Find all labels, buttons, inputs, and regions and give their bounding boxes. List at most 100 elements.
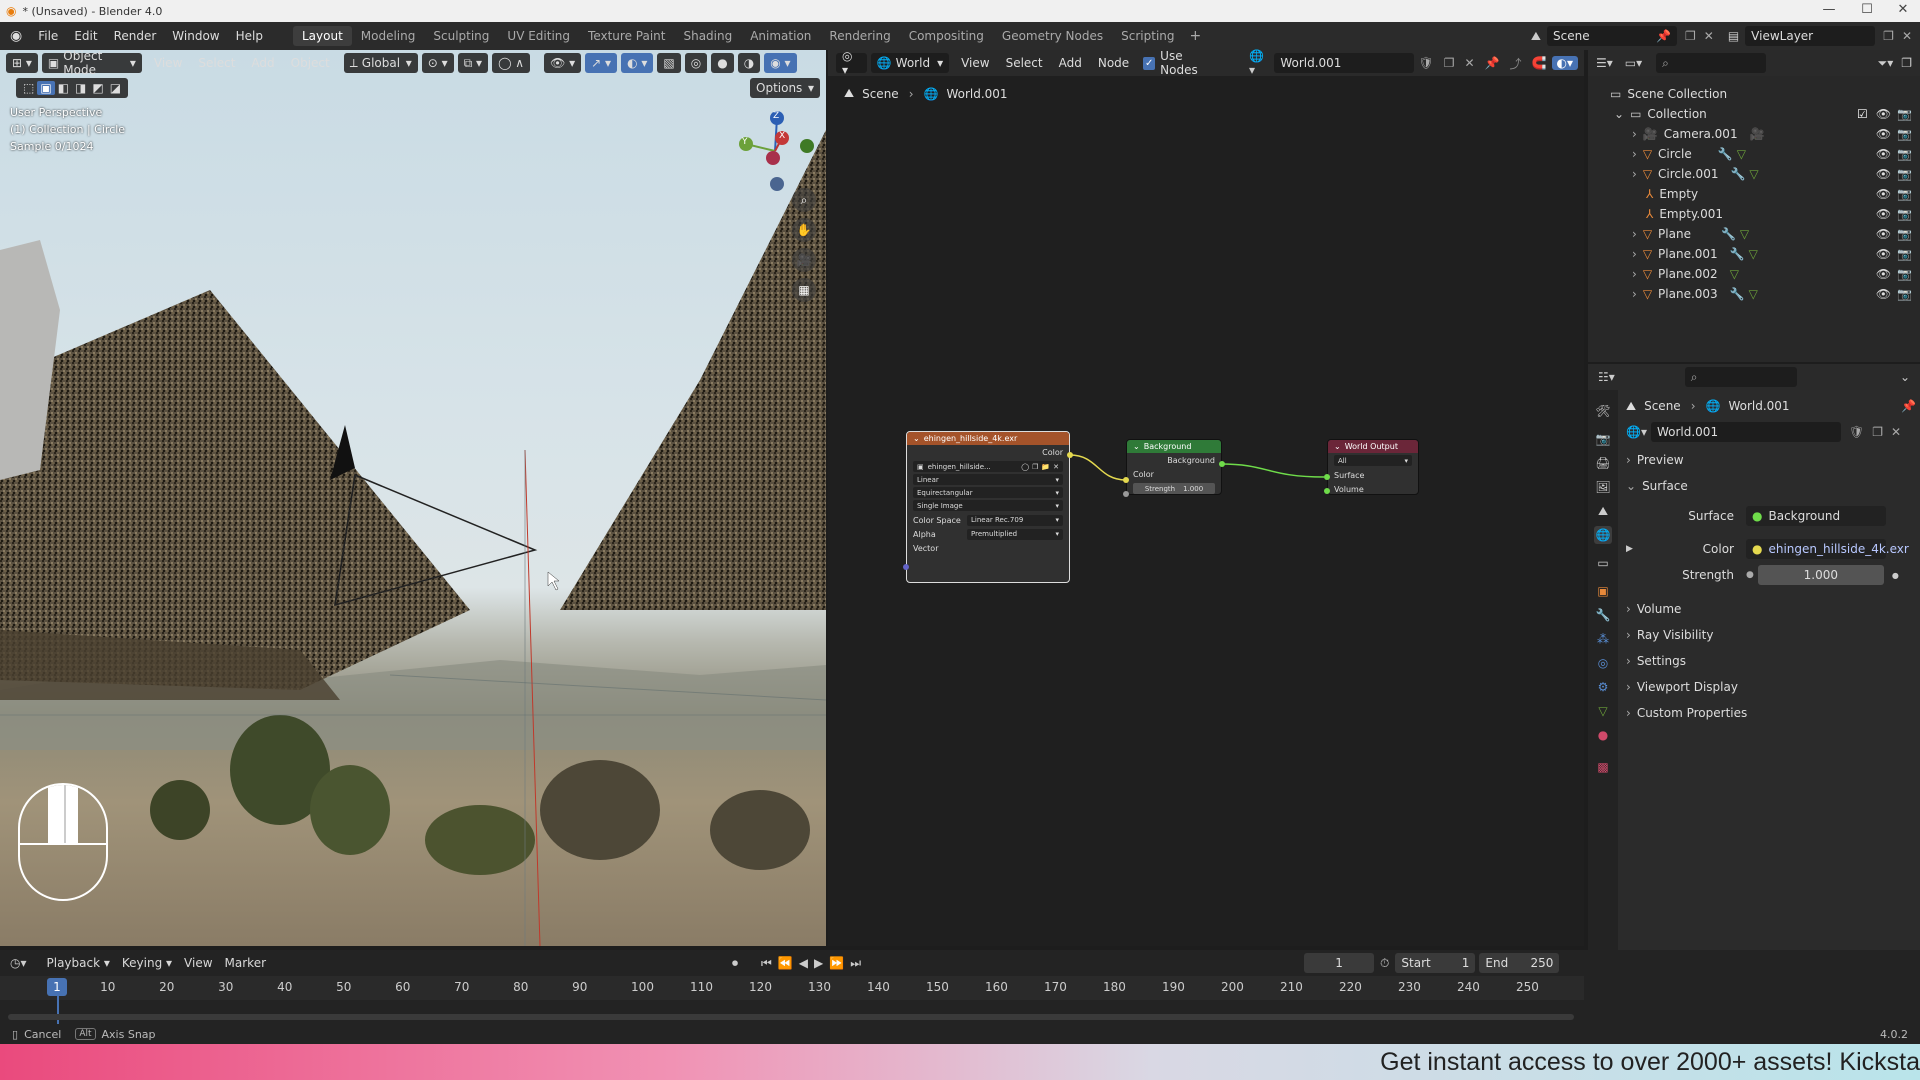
outliner-item[interactable]: › ▽ Circle 🔧 ▽ 👁 📷 [1588,144,1920,164]
jump-keyframe-forward-icon[interactable]: ⏩ [826,956,847,970]
output-target-dropdown[interactable]: All ▾ [1334,455,1412,466]
background-color-socket[interactable] [1123,477,1129,483]
tab-shading[interactable]: Shading [674,26,741,46]
new-collection-icon[interactable]: ❐ [1901,56,1912,70]
camera-render-icon[interactable]: 📷 [1897,107,1912,121]
scene-field[interactable]: Scene 📌 [1547,26,1677,46]
alpha-dropdown[interactable]: Premultiplied ▾ [967,528,1063,540]
3d-viewport[interactable]: ⊞ ▾ ▣ Object Mode ▾ View Select Add Object… [0,50,826,946]
interpolation-dropdown[interactable]: Linear ▾ [913,474,1063,485]
color-space-dropdown[interactable]: Linear Rec.709 ▾ [967,514,1063,526]
properties-type-icon[interactable]: ☷▾ [1598,370,1615,384]
tab-rendering[interactable]: Rendering [820,26,899,46]
properties-options-icon[interactable]: ⌄ [1900,370,1910,384]
select-new-icon[interactable]: ▣ [37,81,55,95]
navigation-gizmo[interactable]: Z Y X [730,106,820,236]
expand-chevron-icon[interactable]: › [1632,267,1637,281]
eye-icon[interactable]: 👁 [1876,107,1891,121]
image-color-socket[interactable] [1067,452,1073,458]
new-viewlayer-icon[interactable]: ❐ [1879,29,1898,43]
viewport-menu-add[interactable]: Add [243,56,282,70]
modifier-wrench-icon[interactable]: 🔧 [1721,227,1736,241]
camera-render-icon[interactable]: 📷 [1897,267,1912,281]
viewport-menu-object[interactable]: Object [283,56,338,70]
world-browse-icon[interactable]: 🌐▾ [1626,425,1647,439]
image-copy-icon[interactable]: ❐ [1032,463,1038,471]
menu-edit[interactable]: Edit [66,29,105,43]
camera-render-icon[interactable]: 📷 [1897,207,1912,221]
outliner-item[interactable]: › ▽ Plane.001 🔧 ▽ 👁 📷 [1588,244,1920,264]
settings-panel-header[interactable]: › Settings [1626,649,1916,673]
menu-keying[interactable]: Keying ▾ [116,956,178,970]
shading-material[interactable]: ◑ [737,53,761,73]
eye-icon[interactable]: 👁 [1876,207,1891,221]
properties-editor[interactable]: ☷▾ ⌕ ⌄ 🛠 📷 🖨 🖼 ⛰ 🌐 ▭ ▣ 🔧 ⁂ ◎ ⚙ ▽ ● ▩ ⛰ S… [1588,364,1920,1030]
pan-hand-icon[interactable]: ✋ [792,218,816,242]
start-frame-field[interactable]: Start 1 [1395,953,1476,973]
collapse-chevron-icon[interactable]: ⌄ [913,434,920,443]
data-tab-icon[interactable]: ▽ [1594,702,1612,720]
world-output-node[interactable]: ⌄ World Output All ▾ Surface Volume [1327,439,1419,495]
timeline[interactable]: ◷▾ Playback ▾ Keying ▾ View Marker ⏺ ⏮ ⏪… [0,950,1920,1030]
unlink-world-icon[interactable]: ✕ [1460,56,1480,70]
node-menu-view[interactable]: View [953,56,997,70]
xray-toggle[interactable]: ▧ [657,53,681,73]
tab-animation[interactable]: Animation [741,26,820,46]
viewport-menu-view[interactable]: View [146,56,190,70]
mesh-data-icon[interactable]: ▽ [1749,247,1758,261]
image-vector-socket[interactable] [903,564,909,570]
duplicate-world-icon[interactable]: ❐ [1872,425,1883,439]
collapse-chevron-icon[interactable]: ⌄ [1614,107,1624,121]
outliner-item[interactable]: ⅄ Empty.001 👁 📷 [1588,204,1920,224]
gizmo-toggle[interactable]: ↗ ▾ [585,53,618,73]
node-editor-type-button[interactable]: ◎ ▾ [836,49,867,77]
surface-socket[interactable] [1324,474,1330,480]
end-frame-field[interactable]: End 250 [1479,953,1560,973]
viewport-menu-select[interactable]: Select [190,56,243,70]
menu-marker[interactable]: Marker [219,956,272,970]
fake-user-icon[interactable]: 🛡 [1414,56,1439,70]
select-subtract-icon[interactable]: ◨ [72,81,89,95]
tab-texture-paint[interactable]: Texture Paint [579,26,674,46]
eye-icon[interactable]: 👁 [1876,147,1891,161]
scene-collection-row[interactable]: ▭ Scene Collection [1588,84,1920,104]
outliner-type-icon[interactable]: ☰▾ [1596,56,1613,70]
shading-solid[interactable]: ● [711,53,734,73]
editor-type-button[interactable]: ⊞ ▾ [6,53,38,73]
scene-icon[interactable]: ⛰ [1525,29,1547,44]
options-dropdown[interactable]: Options ▾ [750,78,820,98]
overlay-toggle[interactable]: ◐ ▾ [621,53,654,73]
eye-icon[interactable]: 👁 [1876,247,1891,261]
preview-panel-header[interactable]: › Preview [1626,448,1916,472]
outliner-item[interactable]: › ▽ Circle.001 🔧 ▽ 👁 📷 [1588,164,1920,184]
material-tab-icon[interactable]: ● [1594,726,1612,744]
outliner-item[interactable]: › 🎥 Camera.001 🎥 👁 📷 [1588,124,1920,144]
maximize-icon[interactable]: ☐ [1852,2,1882,17]
strength-field[interactable]: 1.000 [1757,565,1884,585]
background-node[interactable]: ⌄ Background Background Color Strength 1.0… [1126,439,1222,495]
close-icon[interactable]: ✕ [1888,2,1918,17]
properties-world-field[interactable]: World.001 [1650,422,1841,442]
expand-arrow-icon[interactable]: ▶ [1626,544,1646,554]
world-browse-icon[interactable]: 🌐▾ [1249,49,1268,77]
timeline-type-icon[interactable]: ◷▾ [10,956,27,970]
node-world-field[interactable]: World.001 [1274,53,1414,73]
blender-menu-icon[interactable]: ◉ [0,28,30,44]
collapse-chevron-icon[interactable]: ⌄ [1133,442,1140,451]
ray-visibility-panel-header[interactable]: › Ray Visibility [1626,623,1916,647]
menu-help[interactable]: Help [228,29,271,43]
jump-start-icon[interactable]: ⏮ [758,956,775,971]
proportional-edit-button[interactable]: ◯ ∧ [492,53,531,73]
background-output-socket[interactable] [1219,461,1225,467]
camera-view-icon[interactable]: 🎥 [792,248,816,272]
modifier-wrench-icon[interactable]: 🔧 [1730,287,1745,301]
tab-uv-editing[interactable]: UV Editing [498,26,579,46]
outliner-item[interactable]: › ▽ Plane 🔧 ▽ 👁 📷 [1588,224,1920,244]
collection-tab-icon[interactable]: ▭ [1594,554,1612,572]
record-icon[interactable]: ⏺ [732,956,738,971]
particles-tab-icon[interactable]: ⁂ [1594,630,1612,648]
delete-viewlayer-icon[interactable]: ✕ [1898,29,1920,43]
stopwatch-icon[interactable]: ⏱ [1380,956,1389,971]
modifier-wrench-icon[interactable]: 🔧 [1718,147,1733,161]
filter-icon[interactable]: ⏷▾ [1878,56,1894,71]
